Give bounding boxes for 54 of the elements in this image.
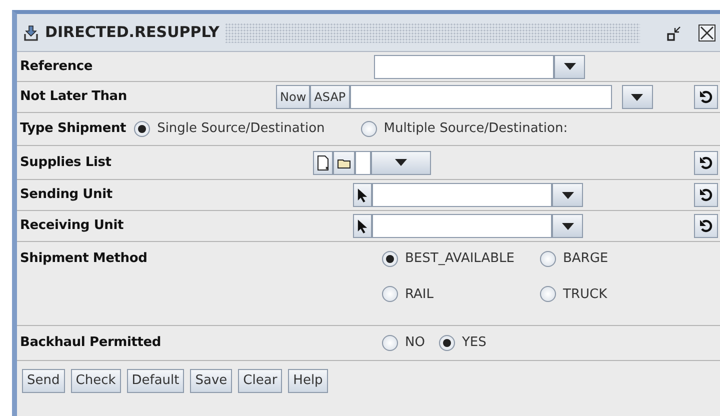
radio-option[interactable]: NO <box>382 333 425 353</box>
download-box-icon <box>23 24 39 40</box>
new-document-button[interactable] <box>313 150 333 174</box>
close-icon[interactable] <box>698 24 716 42</box>
dropdown-button[interactable] <box>552 214 583 238</box>
field-label: Receiving Unit <box>20 217 125 236</box>
undo-arrow-icon <box>699 188 713 202</box>
dropdown-button[interactable] <box>622 85 653 109</box>
undo-arrow-icon <box>699 90 713 104</box>
window-title: DIRECTED.RESUPPLY <box>45 22 220 44</box>
form-button[interactable]: Send <box>22 369 65 393</box>
restore-icon[interactable] <box>666 24 682 40</box>
undo-arrow-icon <box>699 219 713 233</box>
folder-button[interactable] <box>333 150 355 174</box>
pointer-button[interactable] <box>353 183 372 207</box>
form-button[interactable]: Default <box>126 369 184 393</box>
field-label: Not Later Than <box>20 88 128 106</box>
radio-option[interactable]: BEST_AVAILABLE <box>382 249 540 268</box>
field-label: Supplies List <box>20 154 112 172</box>
radio-option[interactable]: RAIL <box>382 284 540 304</box>
form-button[interactable]: Clear <box>238 369 282 393</box>
asap-button[interactable]: ASAP <box>310 85 350 109</box>
dropdown-button[interactable] <box>371 150 431 174</box>
date-field[interactable] <box>350 85 612 109</box>
unit-field[interactable] <box>372 214 552 238</box>
form-button[interactable]: Save <box>190 369 232 393</box>
pointer-button[interactable] <box>353 214 372 238</box>
reset-button[interactable] <box>694 183 718 207</box>
undo-arrow-icon <box>699 156 713 170</box>
combo-field[interactable] <box>374 54 554 78</box>
pointer-icon <box>357 187 368 203</box>
form-button[interactable]: Check <box>70 369 121 393</box>
folder-icon <box>337 156 351 168</box>
form-button[interactable]: Help <box>288 369 328 393</box>
radio-option[interactable]: BARGE <box>540 249 608 268</box>
field-label: Type Shipment <box>20 120 126 138</box>
radio-option[interactable]: TRUCK <box>540 284 608 304</box>
pointer-icon <box>357 218 368 234</box>
field-label: Reference <box>20 58 94 76</box>
field-label: Sending Unit <box>20 186 114 204</box>
new-document-icon <box>317 154 329 170</box>
dropdown-button[interactable] <box>554 54 585 78</box>
radio-option[interactable]: Single Source/Destination <box>134 119 325 139</box>
dropdown-button[interactable] <box>552 183 583 207</box>
reset-button[interactable] <box>694 150 718 174</box>
now-button[interactable]: Now <box>276 85 310 109</box>
file-field[interactable] <box>355 150 371 174</box>
reset-button[interactable] <box>694 214 718 238</box>
unit-field[interactable] <box>372 183 552 207</box>
field-label: Shipment Method <box>20 250 148 268</box>
field-label: Backhaul Permitted <box>20 334 162 352</box>
radio-option[interactable]: YES <box>438 333 486 353</box>
radio-option[interactable]: Multiple Source/Destination: <box>360 119 568 139</box>
reset-button[interactable] <box>694 85 718 109</box>
